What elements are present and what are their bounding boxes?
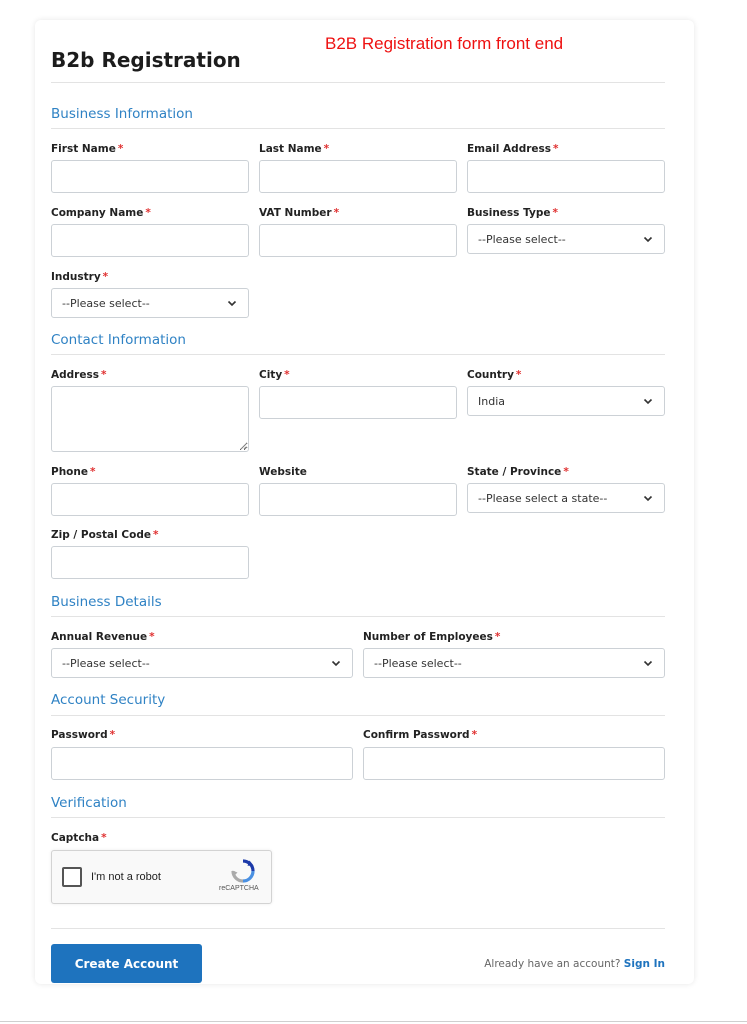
signin-prompt-text: Already have an account? — [484, 958, 621, 970]
recaptcha-checkbox-label: I'm not a robot — [91, 871, 161, 883]
business-type-label: Business Type * — [467, 207, 558, 219]
industry-label: Industry * — [51, 271, 109, 283]
state-select[interactable]: --Please select a state-- — [467, 483, 665, 513]
section-account-security: Account Security — [51, 692, 166, 708]
footer-divider — [51, 928, 665, 929]
last-name-input[interactable] — [259, 160, 457, 193]
company-name-input[interactable] — [51, 224, 249, 257]
signin-prompt: Already have an account? Sign In — [460, 958, 665, 970]
city-label: City * — [259, 369, 290, 381]
annotation-text: B2B Registration form front end — [325, 34, 564, 53]
confirm-password-input[interactable] — [363, 747, 665, 780]
section-contact-information: Contact Information — [51, 332, 186, 348]
required-marker: * — [515, 369, 522, 381]
business-type-value: --Please select-- — [478, 232, 566, 246]
section-business-information: Business Information — [51, 106, 193, 122]
vat-number-input[interactable] — [259, 224, 457, 257]
required-marker: * — [563, 466, 569, 478]
required-marker: * — [145, 207, 151, 219]
country-label: Country * — [467, 369, 522, 381]
address-label: Address * — [51, 369, 107, 381]
chevron-down-icon — [643, 495, 653, 502]
section-divider — [51, 715, 665, 716]
industry-value: --Please select-- — [62, 296, 150, 310]
required-marker: * — [284, 369, 290, 381]
required-marker: * — [117, 143, 124, 155]
section-divider — [51, 128, 665, 129]
required-marker: * — [552, 207, 558, 219]
required-marker: * — [149, 631, 155, 643]
employees-value: --Please select-- — [374, 656, 462, 670]
zip-label: Zip / Postal Code * — [51, 529, 159, 541]
required-marker: * — [101, 832, 107, 844]
required-marker: * — [471, 729, 478, 741]
chevron-down-icon — [643, 398, 653, 405]
chevron-down-icon — [643, 236, 653, 243]
section-divider — [51, 817, 665, 818]
required-marker: * — [102, 271, 109, 283]
chevron-down-icon — [643, 660, 653, 667]
required-marker: * — [152, 529, 159, 541]
required-marker: * — [553, 143, 559, 155]
page-bottom-border — [0, 1021, 747, 1022]
country-select[interactable]: India — [467, 386, 665, 416]
chevron-down-icon — [227, 300, 237, 307]
vat-number-label: VAT Number * — [259, 207, 340, 219]
city-input[interactable] — [259, 386, 457, 419]
zip-input[interactable] — [51, 546, 249, 579]
password-input[interactable] — [51, 747, 353, 780]
email-label: Email Address * — [467, 143, 559, 155]
phone-input[interactable] — [51, 483, 249, 516]
last-name-label: Last Name * — [259, 143, 330, 155]
password-label: Password * — [51, 729, 116, 741]
confirm-password-label: Confirm Password * — [363, 729, 478, 741]
annual-revenue-label: Annual Revenue * — [51, 631, 155, 643]
required-marker: * — [89, 466, 96, 478]
title-divider — [51, 82, 665, 83]
recaptcha-widget: I'm not a robot reCAPTCHA — [51, 850, 272, 904]
first-name-input[interactable] — [51, 160, 249, 193]
email-input[interactable] — [467, 160, 665, 193]
employees-label: Number of Employees * — [363, 631, 501, 643]
website-label: Website — [259, 466, 307, 478]
required-marker: * — [333, 207, 340, 219]
industry-select[interactable]: --Please select-- — [51, 288, 249, 318]
recaptcha-checkbox[interactable] — [62, 867, 82, 887]
company-name-label: Company Name * — [51, 207, 151, 219]
address-textarea-wrap — [51, 386, 249, 452]
recaptcha-brand: reCAPTCHA — [219, 885, 259, 892]
recaptcha-logo-icon — [231, 859, 255, 883]
section-divider — [51, 616, 665, 617]
country-value: India — [478, 394, 505, 408]
address-textarea[interactable] — [51, 386, 249, 452]
section-divider — [51, 354, 665, 355]
section-verification: Verification — [51, 795, 127, 811]
section-business-details: Business Details — [51, 594, 162, 610]
state-value: --Please select a state-- — [478, 491, 608, 505]
required-marker: * — [494, 631, 501, 643]
required-marker: * — [100, 369, 107, 381]
annual-revenue-select[interactable]: --Please select-- — [51, 648, 353, 678]
phone-label: Phone * — [51, 466, 96, 478]
resize-handle-icon[interactable] — [239, 442, 247, 450]
create-account-button[interactable]: Create Account — [51, 944, 202, 983]
business-type-select[interactable]: --Please select-- — [467, 224, 665, 254]
website-input[interactable] — [259, 483, 457, 516]
page-title: B2b Registration — [51, 48, 241, 72]
required-marker: * — [109, 729, 116, 741]
chevron-down-icon — [331, 660, 341, 667]
state-label: State / Province * — [467, 466, 569, 478]
first-name-label: First Name * — [51, 143, 124, 155]
captcha-label: Captcha * — [51, 832, 107, 844]
employees-select[interactable]: --Please select-- — [363, 648, 665, 678]
signin-link[interactable]: Sign In — [624, 958, 665, 970]
required-marker: * — [323, 143, 330, 155]
annual-revenue-value: --Please select-- — [62, 656, 150, 670]
